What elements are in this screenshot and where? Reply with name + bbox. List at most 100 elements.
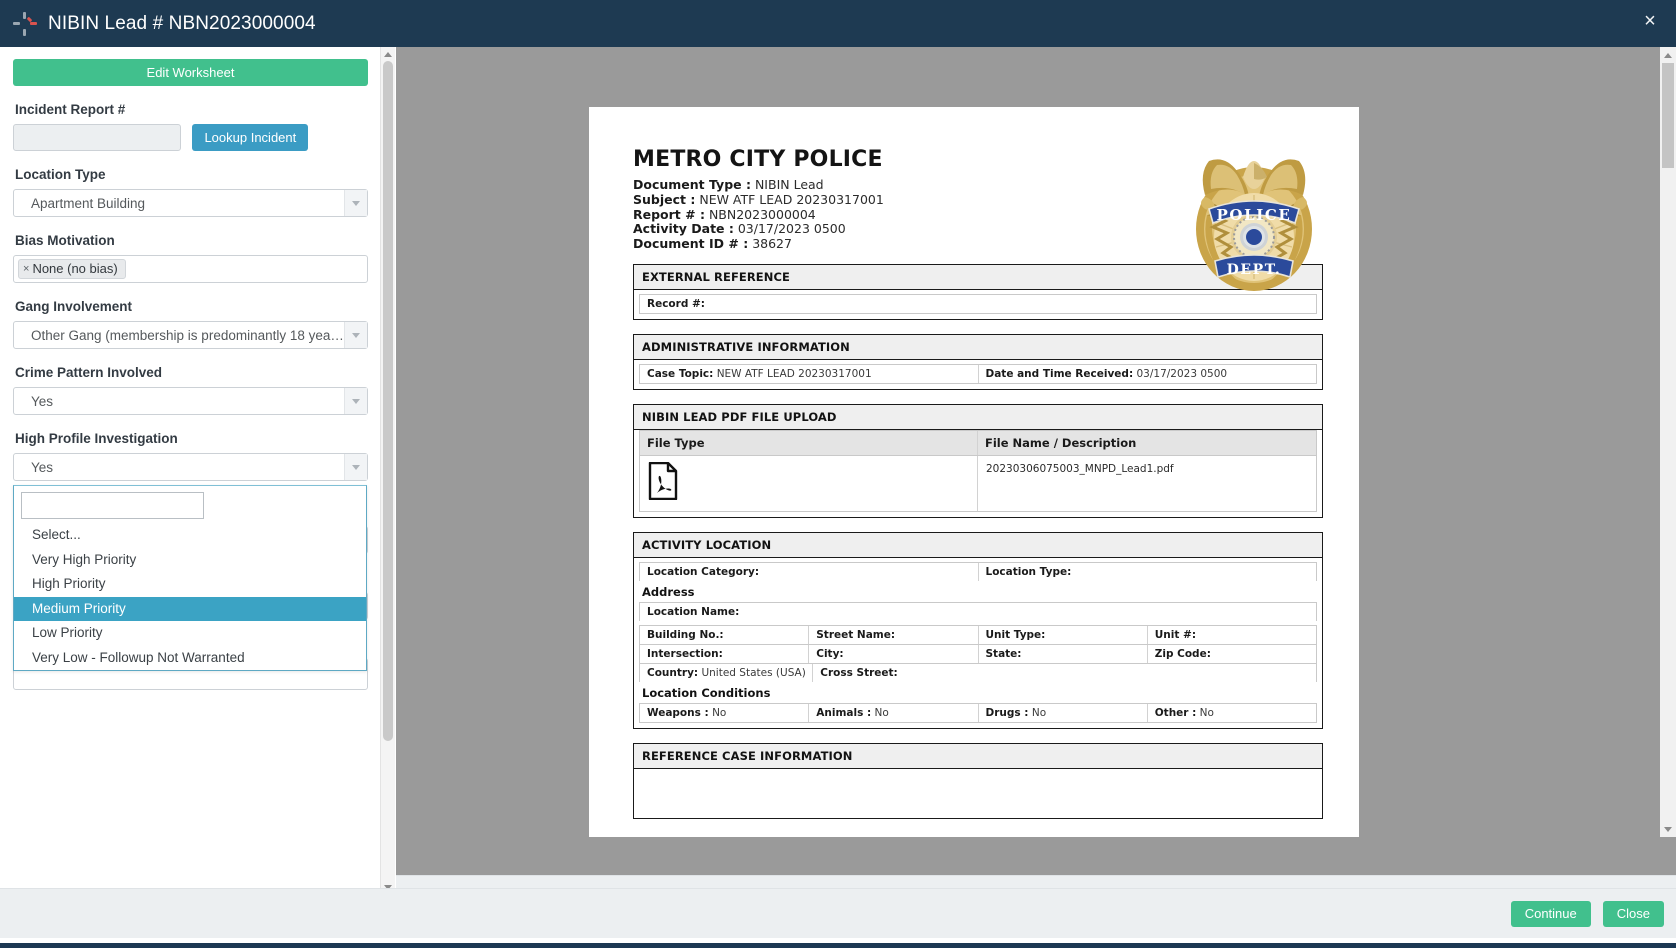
priority-option-low[interactable]: Low Priority xyxy=(14,621,366,646)
field-value: No xyxy=(712,707,726,719)
field-key: Record #: xyxy=(647,298,705,310)
sidebar-scrollbar[interactable] xyxy=(380,47,395,894)
field-key: Animals : xyxy=(816,707,871,719)
field-key: Zip Code: xyxy=(1155,648,1211,660)
section-pdf-file-upload: NIBIN LEAD PDF FILE UPLOAD File Type Fil… xyxy=(633,404,1323,518)
field-zip-code: Zip Code: xyxy=(1148,645,1316,663)
loading-spinner-icon xyxy=(12,11,38,37)
meta-value: NEW ATF LEAD 20230317001 xyxy=(699,192,883,207)
bias-motivation-label: Bias Motivation xyxy=(15,233,368,248)
bias-motivation-tagbox[interactable]: × None (no bias) xyxy=(13,255,368,283)
priority-option-high[interactable]: High Priority xyxy=(14,572,366,597)
field-key: Weapons : xyxy=(647,707,709,719)
field-country: Country: United States (USA) xyxy=(640,664,813,682)
section-title: ACTIVITY LOCATION xyxy=(634,533,1322,558)
field-key: State: xyxy=(986,648,1022,660)
close-icon[interactable]: × xyxy=(1638,10,1662,34)
lookup-incident-button[interactable]: Lookup Incident xyxy=(192,124,308,151)
field-value: No xyxy=(1032,707,1046,719)
modal-body: Edit Worksheet Incident Report # Lookup … xyxy=(0,47,1676,894)
field-key: Location Category: xyxy=(647,566,759,578)
field-key: Location Type: xyxy=(986,566,1072,578)
field-cross-street: Cross Street: xyxy=(813,664,1316,682)
column-header-file-type: File Type xyxy=(640,431,978,455)
field-date-received: Date and Time Received: 03/17/2023 0500 xyxy=(979,365,1317,383)
section-title: NIBIN LEAD PDF FILE UPLOAD xyxy=(634,405,1322,430)
field-key: Intersection: xyxy=(647,648,723,660)
modal-title-bar: NIBIN Lead # NBN2023000004 × xyxy=(0,0,1676,47)
section-administrative-information: ADMINISTRATIVE INFORMATION Case Topic: N… xyxy=(633,334,1323,390)
chevron-down-icon xyxy=(344,454,367,480)
meta-value: 38627 xyxy=(752,236,792,251)
field-city: City: xyxy=(809,645,978,663)
priority-option-medium[interactable]: Medium Priority xyxy=(14,597,366,622)
continue-button[interactable]: Continue xyxy=(1511,901,1591,927)
pdf-file-icon[interactable] xyxy=(640,456,978,511)
column-header-file-name: File Name / Description xyxy=(978,431,1316,455)
field-value: 03/17/2023 0500 xyxy=(1137,368,1228,380)
edit-worksheet-button[interactable]: Edit Worksheet xyxy=(13,59,368,86)
table-row: Location Name: xyxy=(639,602,1317,621)
gang-involvement-select[interactable]: Other Gang (membership is predominantly … xyxy=(13,321,368,349)
subsection-location-conditions-label: Location Conditions xyxy=(639,682,1317,703)
meta-key: Subject : xyxy=(633,192,695,207)
priority-option-very-low[interactable]: Very Low - Followup Not Warranted xyxy=(14,646,366,671)
priority-option-very-high[interactable]: Very High Priority xyxy=(14,548,366,573)
location-type-select[interactable]: Apartment Building xyxy=(13,189,368,217)
meta-value: 03/17/2023 0500 xyxy=(738,221,846,236)
priority-dropdown-search-input[interactable] xyxy=(21,492,204,519)
location-type-label: Location Type xyxy=(15,167,368,182)
sidebar-scrollbar-thumb[interactable] xyxy=(383,61,393,741)
location-type-group: Location Type Apartment Building xyxy=(13,167,368,217)
table-row: 20230306075003_MNPD_Lead1.pdf xyxy=(639,455,1317,512)
scroll-up-icon[interactable] xyxy=(1660,47,1676,63)
location-type-value: Apartment Building xyxy=(14,196,344,211)
meta-value: NIBIN Lead xyxy=(755,177,824,192)
field-key: Case Topic: xyxy=(647,368,713,380)
field-unit-type: Unit Type: xyxy=(979,626,1148,644)
bias-motivation-tag-label: None (no bias) xyxy=(32,261,117,276)
table-row: Location Category: Location Type: xyxy=(639,562,1317,581)
priority-dropdown-menu: Select... Very High Priority High Priori… xyxy=(13,485,367,671)
crime-pattern-label: Crime Pattern Involved xyxy=(15,365,368,380)
crime-pattern-select[interactable]: Yes xyxy=(13,387,368,415)
field-street-name: Street Name: xyxy=(809,626,978,644)
chevron-down-icon xyxy=(344,388,367,414)
table-row: Weapons : No Animals : No Drugs : No Oth… xyxy=(639,703,1317,723)
field-other: Other : No xyxy=(1148,704,1316,722)
field-key: Country: xyxy=(647,667,698,679)
field-key: City: xyxy=(816,648,843,660)
high-profile-label: High Profile Investigation xyxy=(15,431,368,446)
table-row: Country: United States (USA) Cross Stree… xyxy=(639,663,1317,682)
section-reference-case-information: REFERENCE CASE INFORMATION xyxy=(633,743,1323,819)
gang-involvement-label: Gang Involvement xyxy=(15,299,368,314)
field-key: Location Name: xyxy=(647,606,739,618)
gang-involvement-value: Other Gang (membership is predominantly … xyxy=(14,328,344,343)
file-name-value: 20230306075003_MNPD_Lead1.pdf xyxy=(978,456,1316,511)
chevron-down-icon xyxy=(344,322,367,348)
subsection-address-label: Address xyxy=(639,581,1317,602)
viewer-scrollbar-thumb[interactable] xyxy=(1662,63,1674,168)
high-profile-select[interactable]: Yes xyxy=(13,453,368,481)
priority-option-select[interactable]: Select... xyxy=(14,523,366,548)
scroll-up-icon[interactable] xyxy=(381,47,395,61)
table-header-row: File Type File Name / Description xyxy=(639,430,1317,455)
chevron-down-icon xyxy=(344,190,367,216)
meta-key: Document ID # : xyxy=(633,236,748,251)
meta-key: Activity Date : xyxy=(633,221,734,236)
page-title: NIBIN Lead # NBN2023000004 xyxy=(42,13,316,35)
field-location-type: Location Type: xyxy=(979,563,1317,581)
incident-report-input[interactable] xyxy=(13,124,181,151)
field-key: Cross Street: xyxy=(820,667,897,679)
field-key: Other : xyxy=(1155,707,1197,719)
field-drugs: Drugs : No xyxy=(979,704,1148,722)
viewer-scrollbar[interactable] xyxy=(1660,47,1676,837)
field-key: Building No.: xyxy=(647,629,724,641)
remove-tag-icon[interactable]: × xyxy=(23,263,29,275)
field-key: Street Name: xyxy=(816,629,895,641)
close-button[interactable]: Close xyxy=(1603,901,1664,927)
police-badge-icon: POLICE DEPT. xyxy=(1191,137,1317,297)
field-case-topic: Case Topic: NEW ATF LEAD 20230317001 xyxy=(640,365,979,383)
scroll-down-icon[interactable] xyxy=(1660,821,1676,837)
field-building-no: Building No.: xyxy=(640,626,809,644)
